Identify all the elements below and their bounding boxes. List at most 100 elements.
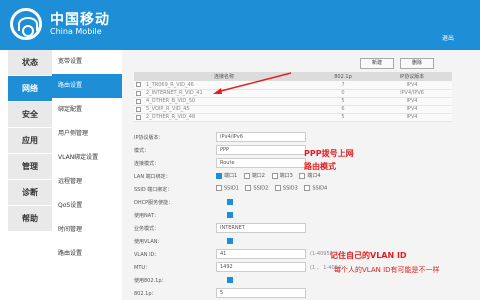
china-mobile-logo-icon [10, 8, 42, 40]
row-checkbox[interactable] [136, 82, 141, 87]
lan-bind-options: 端口1 端口2 端口3 端口4 [216, 172, 326, 179]
col-ip-version: IP协议版本 [372, 72, 452, 81]
lan-bind-label: LAN 端口绑定： [134, 174, 171, 180]
vlan-id-label: VLAN ID： [134, 252, 160, 258]
dhcp-row: DHCP服务使能： [134, 197, 454, 208]
table-row[interactable]: 5_VOIP_R_VID_45 6 IPV4 [134, 105, 452, 114]
conn-mode-select[interactable]: Route [216, 158, 306, 168]
row-8021p: 5 [314, 97, 372, 106]
dhcp-label: DHCP服务使能： [134, 200, 174, 206]
lan-port4-option[interactable]: 端口4 [299, 172, 321, 179]
checkbox-icon [271, 172, 278, 179]
exit-link[interactable]: 退出 [442, 33, 454, 42]
lan-port3-option[interactable]: 端口3 [271, 172, 293, 179]
table-row[interactable]: 4_OTHER_B_VID_50 5 IPV4 [134, 97, 452, 106]
checkbox-icon [274, 185, 281, 191]
ssid3-option[interactable]: SSID3 [274, 185, 298, 192]
ssid1-option[interactable]: SSID1 [216, 185, 239, 192]
checkbox-icon [304, 185, 311, 191]
ssid2-option[interactable]: SSID2 [245, 185, 268, 192]
p8021-label: 802.1p： [134, 291, 157, 297]
mode-select[interactable]: PPP [216, 145, 306, 155]
subnav-qos[interactable]: QoS设置 [52, 194, 122, 218]
enable-8021p-checkbox[interactable] [227, 277, 233, 283]
mtu-input[interactable]: 1492 [216, 262, 306, 272]
row-checkbox[interactable] [136, 114, 141, 120]
subnav-time[interactable]: 时间管理 [52, 218, 122, 242]
col-8021p: 802.1p [314, 72, 372, 81]
service-mode-row: 业务模式： INTERNET [134, 223, 454, 234]
ip-version-select[interactable]: IPv4/IPv6 [216, 132, 306, 142]
conn-mode-row: 连接模式： Route [134, 158, 454, 169]
service-mode-select[interactable]: INTERNET [216, 223, 306, 233]
row-checkbox[interactable] [136, 90, 141, 96]
row-ip-version: IPV4/IPV6 [372, 89, 452, 98]
row-ip-version: IPV4 [372, 113, 452, 122]
nat-row: 使用NAT： [134, 210, 454, 221]
row-8021p: 5 [314, 113, 372, 122]
main-content: 新建 删除 连接名称 802.1p IP协议版本 1_TR069_R_VID_4… [122, 50, 480, 300]
connection-table: 连接名称 802.1p IP协议版本 1_TR069_R_VID_46 7 IP… [134, 72, 452, 122]
dhcp-checkbox[interactable] [227, 199, 233, 205]
mode-row: 模式： PPP [134, 145, 454, 156]
row-ip-version: IPV4 [372, 105, 452, 114]
row-name: 5_VOIP_R_VID_45 [134, 105, 314, 114]
subnav-broadband[interactable]: 宽带设置 [52, 50, 122, 74]
p8021-row: 802.1p： 5 [134, 288, 454, 299]
ssid-bind-options: SSID1 SSID2 SSID3 SSID4 [216, 185, 332, 192]
vlan-id-input[interactable]: 41 [216, 249, 306, 259]
nav-apps[interactable]: 应用 [8, 128, 52, 153]
row-checkbox[interactable] [136, 98, 141, 104]
nav-diagnose[interactable]: 诊断 [8, 180, 52, 205]
subnav-vlan[interactable]: VLAN绑定设置 [52, 146, 122, 170]
nav-manage[interactable]: 管理 [8, 154, 52, 179]
checkbox-icon [243, 172, 250, 179]
conn-mode-label: 连接模式： [134, 161, 160, 167]
checkbox-icon [216, 185, 222, 191]
row-8021p: 7 [314, 81, 372, 90]
row-name: 4_OTHER_B_VID_50 [134, 97, 314, 106]
subnav-user-side[interactable]: 用户侧管理 [52, 122, 122, 146]
checkbox-icon [216, 172, 222, 179]
delete-button[interactable]: 删除 [400, 58, 434, 69]
service-mode-label: 业务模式： [134, 226, 160, 232]
ip-version-label: IP协议版本： [134, 135, 164, 141]
subnav-routing[interactable]: 路由设置 [52, 242, 122, 266]
mode-label: 模式： [134, 148, 150, 154]
row-ip-version: IPV4 [372, 81, 452, 90]
lan-port1-option[interactable]: 端口1 [216, 172, 237, 179]
row-checkbox[interactable] [136, 106, 141, 112]
nav-status[interactable]: 状态 [8, 50, 52, 75]
table-row[interactable]: 1_TR069_R_VID_46 7 IPV4 [134, 81, 452, 90]
nav-help[interactable]: 帮助 [8, 206, 52, 231]
vlan-id-hint: (1-4095) [310, 251, 332, 257]
nav-security[interactable]: 安全 [8, 102, 52, 127]
table-row[interactable]: 2_INTERNET_R_VID_41 0 IPV4/IPV6 [134, 89, 452, 98]
annotation-ppp: PPP拨号上网 [304, 149, 354, 158]
ssid-bind-label: SSID 端口绑定： [134, 187, 173, 193]
main-nav: 状态 网络 安全 应用 管理 诊断 帮助 [8, 50, 52, 232]
brand-name-cn: 中国移动 [50, 12, 110, 28]
nat-checkbox[interactable] [227, 212, 233, 218]
subnav-remote[interactable]: 远程管理 [52, 170, 122, 194]
lan-port2-option[interactable]: 端口2 [243, 172, 265, 179]
row-8021p: 6 [314, 105, 372, 114]
lan-bind-row: LAN 端口绑定： 端口1 端口2 端口3 端口4 [134, 171, 454, 182]
sub-nav: 宽带设置 路由设置 绑定配置 用户侧管理 VLAN绑定设置 远程管理 QoS设置… [52, 50, 122, 266]
ssid4-option[interactable]: SSID4 [304, 185, 327, 192]
nat-label: 使用NAT： [134, 213, 159, 219]
row-name: 2_OTHER_R_VID_48 [134, 113, 314, 122]
checkbox-icon [299, 172, 306, 179]
subnav-route[interactable]: 路由设置 [52, 74, 122, 98]
annotation-vlan: 记住自己的VLAN ID [330, 251, 407, 260]
vlan-enable-checkbox[interactable] [227, 238, 233, 244]
vlan-enable-label: 使用VLAN： [134, 239, 163, 245]
table-row[interactable]: 2_OTHER_R_VID_48 5 IPV4 [134, 113, 452, 122]
new-button[interactable]: 新建 [360, 58, 394, 69]
ip-version-row: IP协议版本： IPv4/IPv6 [134, 132, 454, 143]
subnav-bind[interactable]: 绑定配置 [52, 98, 122, 122]
enable-8021p-row: 使用802.1p： [134, 275, 454, 286]
p8021-select[interactable]: 5 [216, 288, 306, 298]
annotation-route: 路由模式 [304, 162, 336, 171]
nav-network[interactable]: 网络 [8, 76, 52, 101]
